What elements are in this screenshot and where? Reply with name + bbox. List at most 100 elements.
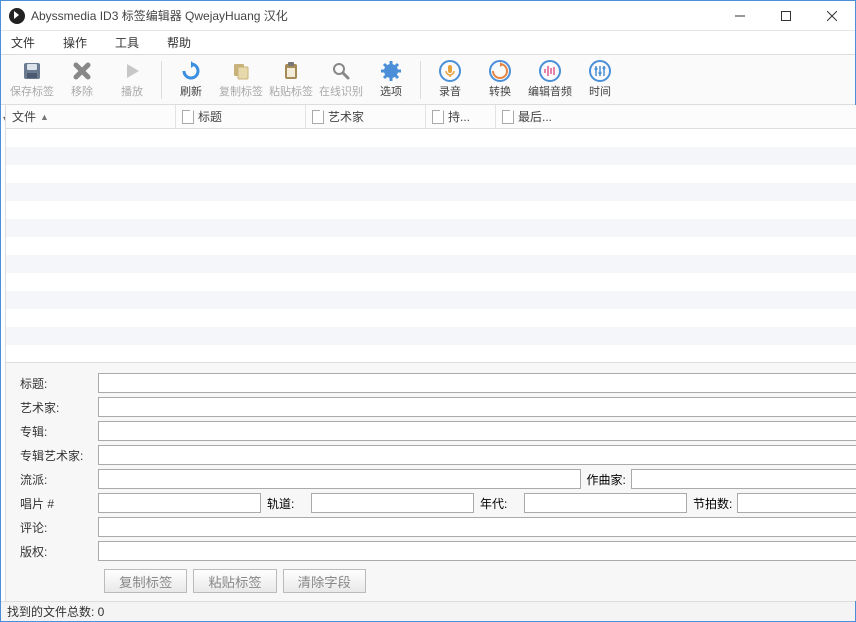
- minimize-button[interactable]: [717, 1, 763, 31]
- menubar: 文件 操作 工具 帮助: [1, 31, 855, 55]
- clear-fields-button[interactable]: 清除字段: [283, 569, 366, 593]
- composer-field[interactable]: [631, 469, 856, 489]
- close-button[interactable]: [809, 1, 855, 31]
- label-year: 年代:: [474, 495, 524, 512]
- copy-icon: [230, 60, 252, 82]
- waveform-icon: [539, 60, 561, 82]
- label-title: 标题:: [20, 375, 98, 392]
- year-field[interactable]: [524, 493, 687, 513]
- menu-file[interactable]: 文件: [11, 34, 35, 51]
- col-file[interactable]: 文件 ▲: [6, 105, 176, 128]
- minimize-icon: [735, 11, 745, 21]
- label-comment: 评论:: [20, 519, 98, 536]
- label-genre: 流派:: [20, 471, 98, 488]
- microphone-icon: [439, 60, 461, 82]
- grid-row: [6, 309, 856, 327]
- options-button[interactable]: 选项: [366, 57, 416, 103]
- online-id-button[interactable]: 在线识别: [316, 57, 366, 103]
- document-icon: [502, 110, 514, 124]
- label-copyright: 版权:: [20, 543, 98, 560]
- col-title[interactable]: 标题: [176, 105, 306, 128]
- form-buttons: 复制标签 粘贴标签 清除字段 保存标签 移除标签: [20, 569, 856, 593]
- discno-field[interactable]: [98, 493, 261, 513]
- grid-body[interactable]: [6, 129, 856, 362]
- save-tags-button[interactable]: 保存标签: [7, 57, 57, 103]
- sort-asc-icon: ▲: [40, 112, 49, 122]
- grid-row: [6, 201, 856, 219]
- grid-row: [6, 219, 856, 237]
- document-icon: [182, 110, 194, 124]
- label-composer: 作曲家:: [581, 471, 631, 488]
- comment-field[interactable]: [98, 517, 856, 537]
- track-field[interactable]: [311, 493, 474, 513]
- copy-tags-button[interactable]: 复制标签: [216, 57, 266, 103]
- grid-row: [6, 147, 856, 165]
- app-window: Abyssmedia ID3 标签编辑器 QwejayHuang 汉化 文件 操…: [0, 0, 856, 622]
- gear-icon: [380, 60, 402, 82]
- paste-tags-form-button[interactable]: 粘贴标签: [193, 569, 276, 593]
- label-album: 专辑:: [20, 423, 98, 440]
- titlebar: Abyssmedia ID3 标签编辑器 QwejayHuang 汉化: [1, 1, 855, 31]
- sliders-icon: [589, 60, 611, 82]
- grid-row: [6, 291, 856, 309]
- maximize-icon: [781, 11, 791, 21]
- paste-icon: [280, 60, 302, 82]
- toolbar-separator: [420, 61, 421, 99]
- label-artist: 艺术家:: [20, 399, 98, 416]
- grid-row: [6, 129, 856, 147]
- app-icon: [9, 8, 25, 24]
- grid-row: [6, 273, 856, 291]
- search-icon: [330, 60, 352, 82]
- convert-button[interactable]: 转换: [475, 57, 525, 103]
- bpm-field[interactable]: [737, 493, 856, 513]
- grid-row: [6, 327, 856, 345]
- remove-button[interactable]: 移除: [57, 57, 107, 103]
- label-track: 轨道:: [261, 495, 311, 512]
- album-field[interactable]: [98, 421, 856, 441]
- workspace: ▾ 此电脑 ▸ C:\ ▸ D:\ E:\: [1, 105, 855, 601]
- menu-help[interactable]: 帮助: [167, 34, 191, 51]
- refresh-icon: [180, 60, 202, 82]
- menu-tool[interactable]: 工具: [115, 34, 139, 51]
- maximize-button[interactable]: [763, 1, 809, 31]
- convert-icon: [489, 60, 511, 82]
- paste-tags-button[interactable]: 粘贴标签: [266, 57, 316, 103]
- toolbar-separator: [161, 61, 162, 99]
- grid-row: [6, 255, 856, 273]
- grid-row: [6, 237, 856, 255]
- play-icon: [121, 60, 143, 82]
- grid-row: [6, 183, 856, 201]
- col-modified[interactable]: 最后...: [496, 105, 856, 128]
- time-button[interactable]: 时间: [575, 57, 625, 103]
- copyright-field[interactable]: [98, 541, 856, 561]
- main-panel: 文件 ▲ 标题 艺术家 持... 最后...: [6, 105, 856, 601]
- menu-action[interactable]: 操作: [63, 34, 87, 51]
- window-controls: [717, 1, 855, 31]
- document-icon: [432, 110, 444, 124]
- genre-field[interactable]: [98, 469, 581, 489]
- close-icon: [827, 11, 837, 21]
- col-artist[interactable]: 艺术家: [306, 105, 426, 128]
- artist-field[interactable]: [98, 397, 856, 417]
- copy-tags-form-button[interactable]: 复制标签: [104, 569, 187, 593]
- label-bpm: 节拍数:: [687, 495, 737, 512]
- grid-row: [6, 165, 856, 183]
- record-button[interactable]: 录音: [425, 57, 475, 103]
- label-albumartist: 专辑艺术家:: [20, 447, 98, 464]
- col-duration[interactable]: 持...: [426, 105, 496, 128]
- play-button[interactable]: 播放: [107, 57, 157, 103]
- refresh-button[interactable]: 刷新: [166, 57, 216, 103]
- remove-icon: [71, 60, 93, 82]
- grid-header: 文件 ▲ 标题 艺术家 持... 最后...: [6, 105, 856, 129]
- statusbar: 找到的文件总数: 0: [1, 601, 855, 621]
- window-title: Abyssmedia ID3 标签编辑器 QwejayHuang 汉化: [31, 7, 288, 24]
- document-icon: [312, 110, 324, 124]
- save-icon: [21, 60, 43, 82]
- toolbar: 保存标签 移除 播放 刷新 复制标签 粘贴标签 在线识别 选项: [1, 55, 855, 105]
- albumartist-field[interactable]: [98, 445, 856, 465]
- label-discno: 唱片 #: [20, 495, 98, 512]
- tag-form: 标题: 艺术家: 专辑: 专辑艺术家: 流派: 作曲家: 唱片 # 轨道: 年代…: [6, 362, 856, 601]
- status-text: 找到的文件总数: 0: [7, 603, 104, 620]
- edit-audio-button[interactable]: 编辑音频: [525, 57, 575, 103]
- title-field[interactable]: [98, 373, 856, 393]
